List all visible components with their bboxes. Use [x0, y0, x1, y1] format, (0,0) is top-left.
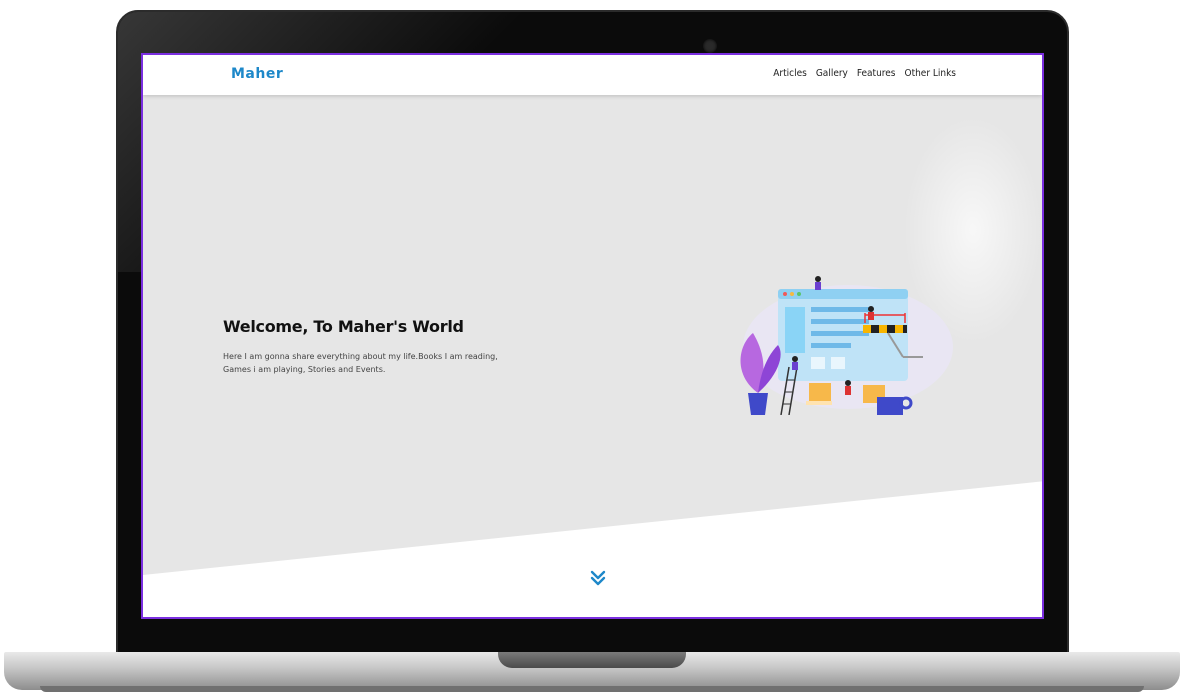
hero-description: Here I am gonna share everything about m… [223, 352, 498, 374]
double-chevron-down-icon[interactable] [589, 569, 607, 587]
hero-title: Welcome, To Maher's World [223, 317, 464, 336]
camera-icon [703, 39, 717, 53]
laptop-base-bottom [40, 686, 1144, 692]
screen: Maher Articles Gallery Features Other Li… [141, 53, 1044, 619]
nav-gallery[interactable]: Gallery [816, 68, 848, 79]
website-construction-illustration [740, 276, 953, 415]
navbar: Maher Articles Gallery Features Other Li… [143, 55, 1042, 95]
hero-section: Welcome, To Maher's World Here I am gonn… [143, 95, 1042, 617]
laptop-notch [498, 652, 686, 668]
nav-articles[interactable]: Articles [773, 68, 807, 79]
nav-other-links[interactable]: Other Links [904, 68, 956, 79]
nav-features[interactable]: Features [857, 68, 896, 79]
nav-links: Articles Gallery Features Other Links [773, 68, 956, 79]
brand-logo[interactable]: Maher [231, 66, 283, 82]
